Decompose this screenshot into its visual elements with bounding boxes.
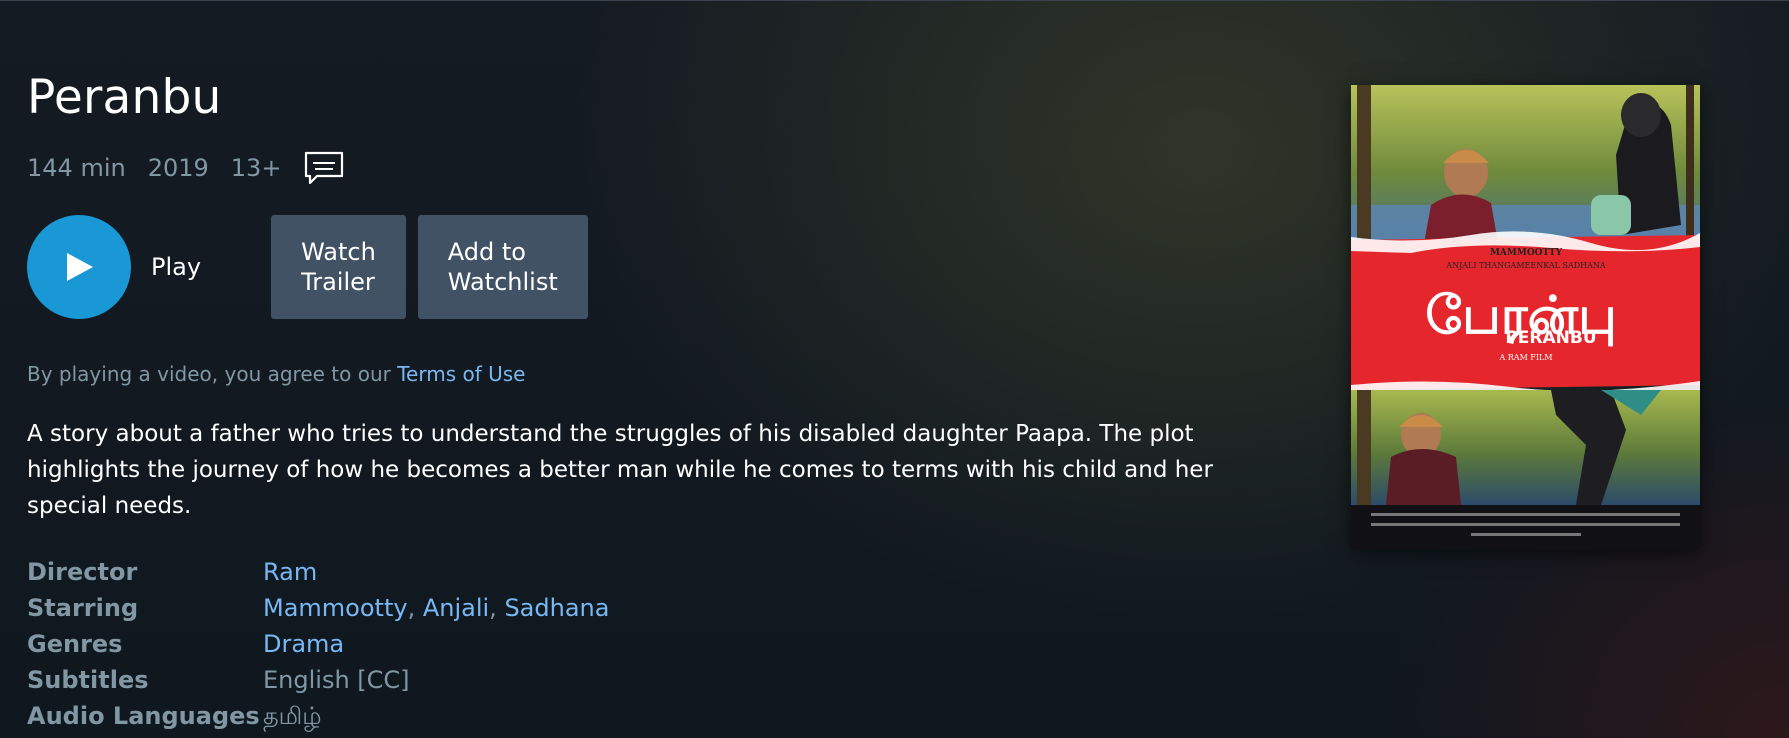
poster-credit-names: ANJALI THANGAMEENKAL SADHANA bbox=[1445, 261, 1606, 270]
director-link[interactable]: Ram bbox=[263, 558, 317, 586]
poster-latin-title: PERANBU bbox=[1505, 328, 1596, 348]
maturity-rating: 13+ bbox=[230, 154, 282, 182]
play-button[interactable]: Play bbox=[27, 215, 271, 319]
add-to-watchlist-label-line1: Add to bbox=[447, 238, 526, 266]
separator: , bbox=[489, 594, 505, 622]
detail-row-audio: Audio Languages தமிழ் bbox=[27, 698, 609, 734]
terms-notice: By playing a video, you agree to our Ter… bbox=[27, 362, 526, 386]
detail-row-genres: Genres Drama bbox=[27, 626, 609, 662]
audio-languages-label: Audio Languages bbox=[27, 702, 260, 730]
poster-director-credit: A RAM FILM bbox=[1498, 353, 1552, 362]
meta-row: 144 min 2019 13+ bbox=[27, 150, 345, 186]
starring-label: Starring bbox=[27, 594, 139, 622]
watch-trailer-label-line1: Watch bbox=[301, 238, 376, 266]
detail-row-subtitles: Subtitles English [CC] bbox=[27, 662, 609, 698]
movie-poster: MAMMOOTTY ANJALI THANGAMEENKAL SADHANA ப… bbox=[1351, 85, 1700, 550]
play-label[interactable]: Play bbox=[151, 253, 201, 281]
add-to-watchlist-label-line2: Watchlist bbox=[447, 268, 558, 296]
synopsis: A story about a father who tries to unde… bbox=[27, 421, 1213, 519]
poster-credit-top: MAMMOOTTY bbox=[1490, 248, 1563, 258]
watch-trailer-label-line2: Trailer bbox=[301, 268, 375, 296]
watch-trailer-button[interactable]: Watch Trailer bbox=[271, 215, 406, 319]
detail-row-director: Director Ram bbox=[27, 554, 609, 590]
genres-label: Genres bbox=[27, 630, 123, 658]
release-year: 2019 bbox=[147, 154, 209, 182]
subtitles-value: English [CC] bbox=[263, 666, 410, 694]
action-row: Play Watch Trailer Add to Watchlist bbox=[27, 215, 588, 319]
audio-languages-value: தமிழ் bbox=[263, 702, 322, 730]
subtitles-label: Subtitles bbox=[27, 666, 149, 694]
top-divider bbox=[0, 0, 1789, 1]
play-icon bbox=[67, 253, 93, 281]
runtime: 144 min bbox=[27, 154, 126, 182]
terms-of-use-link[interactable]: Terms of Use bbox=[397, 362, 525, 386]
separator: , bbox=[407, 594, 423, 622]
play-circle[interactable] bbox=[27, 215, 131, 319]
add-to-watchlist-button[interactable]: Add to Watchlist bbox=[417, 215, 588, 319]
director-label: Director bbox=[27, 558, 138, 586]
detail-row-starring: Starring Mammootty, Anjali, Sadhana bbox=[27, 590, 609, 626]
genre-link[interactable]: Drama bbox=[263, 630, 344, 658]
poster-artwork: MAMMOOTTY ANJALI THANGAMEENKAL SADHANA ப… bbox=[1351, 85, 1700, 550]
star-link[interactable]: Sadhana bbox=[504, 594, 609, 622]
star-link[interactable]: Mammootty bbox=[263, 594, 408, 622]
details-list: Director Ram Starring Mammootty, Anjali,… bbox=[27, 554, 609, 734]
terms-text: By playing a video, you agree to our bbox=[27, 362, 398, 386]
star-link[interactable]: Anjali bbox=[423, 594, 489, 622]
page-title: Peranbu bbox=[27, 70, 222, 125]
subtitles-cc-icon bbox=[305, 151, 344, 185]
